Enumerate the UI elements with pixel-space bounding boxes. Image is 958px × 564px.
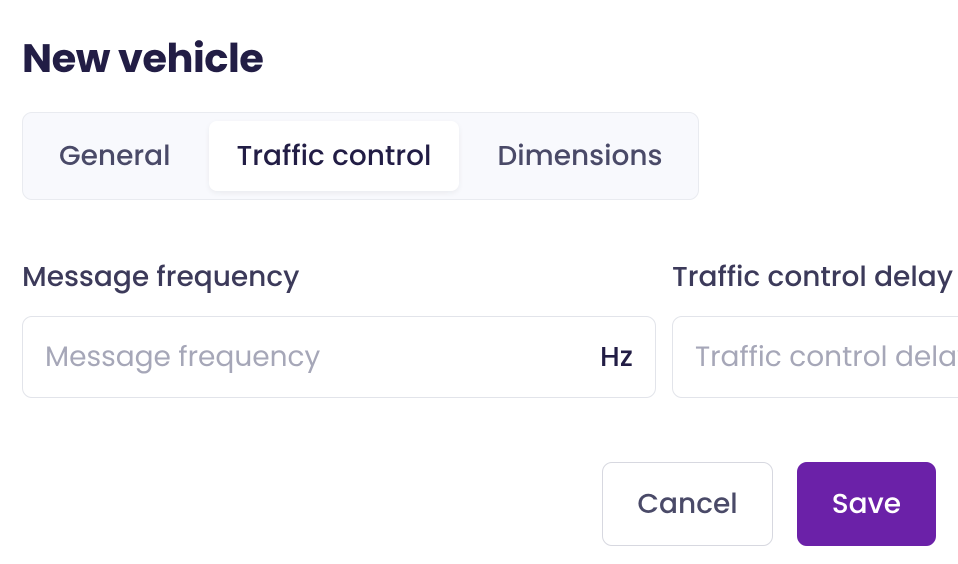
- tab-general[interactable]: General: [31, 121, 199, 191]
- tab-dimensions[interactable]: Dimensions: [469, 121, 690, 191]
- save-button[interactable]: Save: [797, 462, 936, 546]
- tabs-container: General Traffic control Dimensions: [22, 112, 699, 200]
- field-message-frequency: Message frequency Hz: [22, 256, 656, 398]
- form-fields: Message frequency Hz Traffic control del…: [22, 256, 936, 398]
- tab-traffic-control[interactable]: Traffic control: [209, 121, 460, 191]
- input-wrap-traffic-control-delay: Sec: [672, 316, 958, 398]
- input-traffic-control-delay[interactable]: [695, 336, 958, 378]
- input-wrap-message-frequency: Hz: [22, 316, 656, 398]
- page-title: New vehicle: [22, 28, 936, 88]
- unit-message-frequency: Hz: [600, 336, 633, 378]
- label-traffic-control-delay: Traffic control delay: [672, 256, 958, 298]
- cancel-button[interactable]: Cancel: [602, 462, 772, 546]
- input-message-frequency[interactable]: [45, 336, 588, 378]
- new-vehicle-form: New vehicle General Traffic control Dime…: [0, 0, 958, 564]
- form-footer: Cancel Save: [602, 462, 936, 546]
- label-message-frequency: Message frequency: [22, 256, 656, 298]
- field-traffic-control-delay: Traffic control delay Sec: [672, 256, 958, 398]
